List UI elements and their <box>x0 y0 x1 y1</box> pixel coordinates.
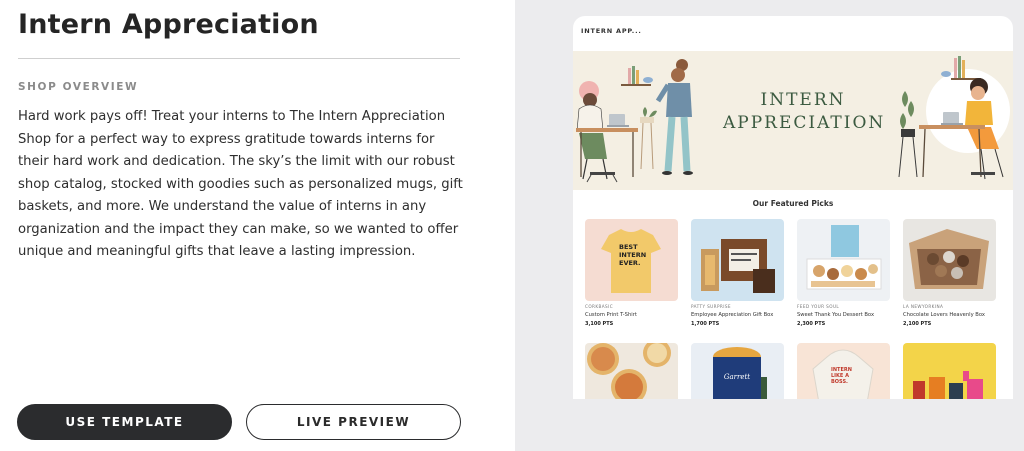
product-points: 2,300 PTS <box>797 321 826 327</box>
section-label: SHOP OVERVIEW <box>18 81 139 93</box>
hoodie-print: INTERN LIKE A BOSS. <box>831 367 852 385</box>
product-vendor: FEED YOUR SOUL <box>797 304 840 309</box>
product-image <box>797 219 890 301</box>
live-preview-button[interactable]: LIVE PREVIEW <box>246 404 461 440</box>
shop-description: Hard work pays off! Treat your interns t… <box>18 109 463 259</box>
popcorn-tin-icon <box>713 347 767 399</box>
template-info-panel: Intern Appreciation SHOP OVERVIEW Hard w… <box>0 0 515 451</box>
page-title: Intern Appreciation <box>18 9 319 40</box>
product-image: Garrett <box>691 343 784 399</box>
chocolate-box-icon <box>909 229 989 289</box>
product-card[interactable] <box>903 343 996 399</box>
dessert-box-icon <box>806 225 882 290</box>
product-points: 1,700 PTS <box>691 321 720 327</box>
preview-shop-title: INTERN APP... <box>581 27 642 35</box>
product-image: INTERN LIKE A BOSS. <box>797 343 890 399</box>
use-template-button[interactable]: USE TEMPLATE <box>17 404 232 440</box>
featured-heading: Our Featured Picks <box>752 199 834 208</box>
hero-title: INTERN APPRECIATION <box>723 89 883 135</box>
product-card[interactable]: PATTY SURPRISE Employee Appreciation Gif… <box>691 219 784 327</box>
hero-banner: INTERN APPRECIATION <box>573 51 1013 190</box>
product-card[interactable]: FEED YOUR SOUL Sweet Thank You Dessert B… <box>797 219 890 327</box>
product-card[interactable]: INTERN LIKE A BOSS. <box>797 343 890 399</box>
product-card[interactable]: Garrett <box>691 343 784 399</box>
product-image <box>691 219 784 301</box>
product-vendor: LA NEWYORKINA <box>903 304 944 309</box>
product-card[interactable] <box>585 343 678 399</box>
product-image: BEST INTERN EVER. <box>585 219 678 301</box>
product-points: 3,100 PTS <box>585 321 614 327</box>
product-points: 2,100 PTS <box>903 321 932 327</box>
product-name: Employee Appreciation Gift Box <box>691 312 774 318</box>
shop-preview-card[interactable]: INTERN APP... INTERN APPRECIATION Our Fe… <box>573 16 1013 399</box>
product-card[interactable]: LA NEWYORKINA Chocolate Lovers Heavenly … <box>903 219 996 327</box>
tin-label: Garrett <box>723 373 751 381</box>
hero-illustration-right <box>898 56 1010 180</box>
shirt-print: BEST INTERN EVER. <box>619 243 647 267</box>
gift-box-icon <box>701 239 775 293</box>
gift-set-icon <box>913 371 983 399</box>
hero-title-line1: INTERN <box>760 90 846 110</box>
hero-illustration-left <box>576 59 693 183</box>
product-name: Custom Print T-Shirt <box>585 312 637 318</box>
product-image <box>903 343 996 399</box>
preview-panel: INTERN APP... INTERN APPRECIATION Our Fe… <box>515 0 1024 451</box>
hero-title-line2: APPRECIATION <box>723 113 886 133</box>
title-divider <box>18 58 460 59</box>
product-image <box>903 219 996 301</box>
product-card[interactable]: BEST INTERN EVER. CORKBASIC Custom Print… <box>585 219 678 327</box>
product-vendor: CORKBASIC <box>585 304 614 309</box>
pizza-icon <box>587 343 671 399</box>
preview-header: INTERN APP... <box>573 16 1013 48</box>
product-image <box>585 343 678 399</box>
product-name: Chocolate Lovers Heavenly Box <box>903 312 985 318</box>
product-vendor: PATTY SURPRISE <box>691 304 731 309</box>
product-name: Sweet Thank You Dessert Box <box>797 312 875 318</box>
